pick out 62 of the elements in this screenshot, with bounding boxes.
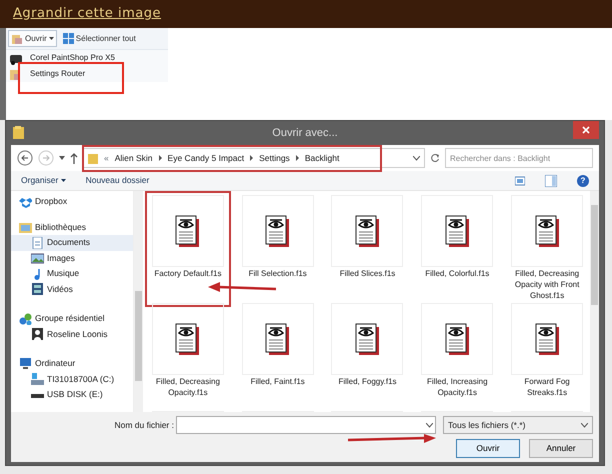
sidebar-item[interactable]: Images [11,250,133,266]
caret-icon[interactable] [413,156,420,160]
document-eye-icon [354,322,381,356]
select-all-button[interactable]: Sélectionner tout [60,30,138,47]
app-icon [9,52,23,65]
document-eye-icon [444,214,471,248]
breadcrumb-item[interactable]: Backlight [304,152,340,164]
sidebar-item[interactable]: TI31018700A (C:) [11,372,133,387]
sidebar-item[interactable]: Vidéos [11,282,133,297]
sidebar-item[interactable]: USB DISK (E:) [11,387,133,402]
document-eye-icon [534,322,561,356]
document-eye-icon [354,214,381,248]
sidebar-item[interactable]: Ordinateur [11,356,133,372]
caret-icon [48,37,54,40]
document-eye-icon [264,322,292,356]
scrollbar[interactable] [134,191,143,412]
chevron-icon [158,155,162,161]
sidebar-item[interactable]: Documents [11,235,133,250]
command-button[interactable]: Nouveau dossier [86,174,150,187]
caret-icon [581,422,588,428]
breadcrumb-item[interactable]: Settings [259,152,290,164]
sidebar-item[interactable]: Roseline Loonis [11,326,133,342]
sidebar-item[interactable]: Bibliothèques [11,220,133,235]
document-eye-icon [264,214,292,248]
menu-item[interactable]: Settings Router [6,66,168,82]
caret-icon[interactable] [59,156,65,160]
back-icon[interactable] [17,150,33,166]
chevron-icon [296,155,299,161]
close-button[interactable] [573,121,599,139]
menu-item[interactable]: Corel PaintShop Pro X5 [6,50,168,66]
document-eye-icon [174,214,202,248]
caret-icon [426,422,433,428]
up-arrow-icon[interactable] [70,152,78,164]
enlarge-image-link[interactable]: Agrandir cette image [13,6,161,22]
scrollbar[interactable] [590,191,599,412]
file-name-field[interactable] [176,416,436,434]
document-eye-icon [444,322,471,356]
open-split-button[interactable]: Ouvrir [8,30,57,47]
file-type-dropdown[interactable]: Tous les fichiers (*.*) [443,416,593,434]
dialog-button[interactable]: Ouvrir [456,438,520,458]
open-icon [11,32,23,44]
caret-icon [60,179,66,182]
annotation-arrow [208,282,276,294]
close-icon [582,126,590,134]
chevron-icon [250,155,254,161]
preview-pane-icon[interactable] [545,174,557,186]
breadcrumb-item[interactable]: Alien Skin [114,152,153,164]
view-icon[interactable] [515,176,525,186]
refresh-icon[interactable] [430,153,440,163]
file-name-label: Nom du fichier : [114,418,174,432]
breadcrumb-item[interactable]: Eye Candy 5 Impact [168,152,244,164]
sidebar-item[interactable]: Dropbox [11,194,133,210]
document-eye-icon [534,214,561,248]
document-eye-icon [174,322,202,356]
dialog-title: Ouvrir avec... [272,126,338,141]
dialog-button[interactable]: Annuler [529,438,593,458]
search-field[interactable]: Rechercher dans : Backlight [445,148,593,168]
command-button[interactable]: Organiser [21,174,66,187]
help-button[interactable]: ? [577,174,589,186]
grid-icon [62,33,74,44]
sidebar-item[interactable]: Groupe résidentiel [11,311,133,326]
sidebar-item[interactable]: Musique [11,266,133,282]
